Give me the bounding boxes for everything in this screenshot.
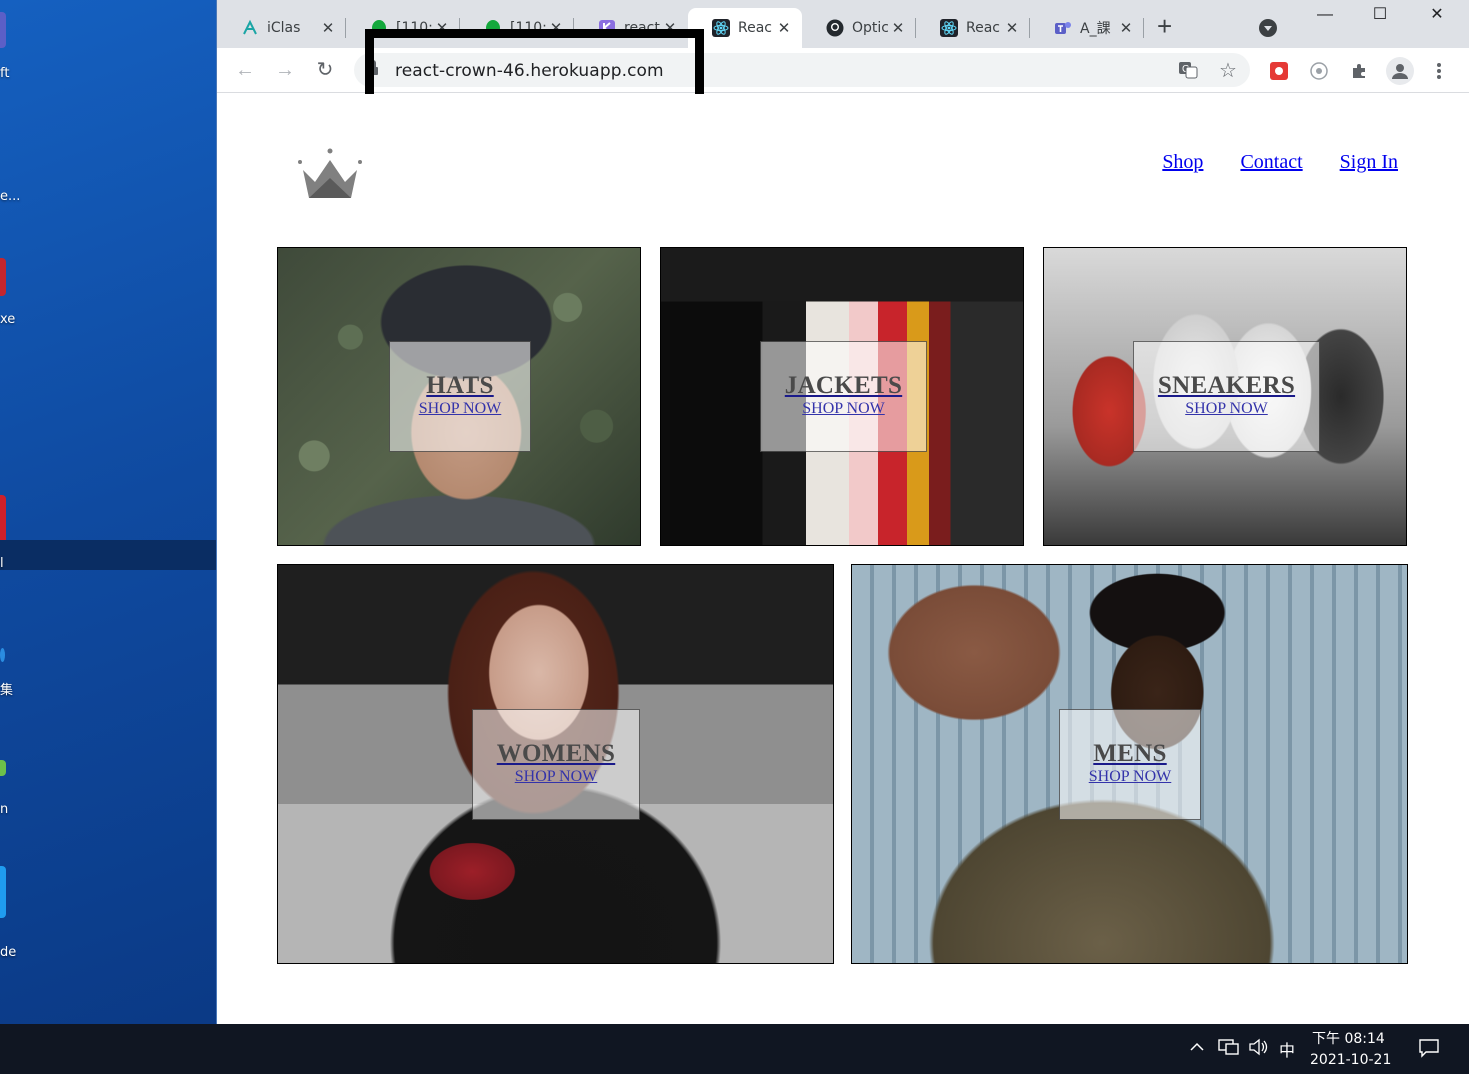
extensions-puzzle-icon[interactable] bbox=[1348, 60, 1370, 82]
tab-react-active[interactable]: Reac ✕ bbox=[688, 8, 802, 48]
close-icon[interactable]: ✕ bbox=[1118, 19, 1134, 37]
app-desktop-icon[interactable] bbox=[0, 258, 6, 296]
teams-desktop-icon[interactable] bbox=[0, 12, 6, 48]
reload-button[interactable]: ↻ bbox=[311, 56, 339, 84]
forward-button[interactable]: → bbox=[271, 56, 299, 84]
category-card-sneakers[interactable]: SNEAKERS SHOP NOW bbox=[1043, 247, 1407, 546]
new-tab-button[interactable]: + bbox=[1157, 12, 1172, 40]
tab-github[interactable]: Optic ✕ bbox=[802, 8, 916, 48]
desktop-label[interactable]: e... bbox=[0, 189, 20, 204]
extension-red-icon[interactable] bbox=[1268, 60, 1290, 82]
extension-eye-icon[interactable] bbox=[1308, 60, 1330, 82]
tab-teams[interactable]: A_課 ✕ bbox=[1030, 8, 1144, 48]
category-label-panel[interactable]: SNEAKERS SHOP NOW bbox=[1133, 341, 1320, 452]
maximize-button[interactable]: ☐ bbox=[1360, 2, 1400, 28]
tab-title: Reac bbox=[966, 20, 1000, 36]
notification-icon[interactable] bbox=[1418, 1038, 1440, 1062]
shop-now-link[interactable]: SHOP NOW bbox=[390, 400, 530, 418]
close-icon[interactable]: ✕ bbox=[1004, 19, 1020, 37]
tab-iclass[interactable]: iClas ✕ bbox=[217, 8, 346, 48]
shop-now-link[interactable]: SHOP NOW bbox=[1060, 768, 1200, 786]
close-icon[interactable]: ✕ bbox=[890, 19, 906, 37]
tab-react-2[interactable]: Reac ✕ bbox=[916, 8, 1030, 48]
desktop-label[interactable]: 集 bbox=[0, 679, 13, 698]
minimize-button[interactable]: — bbox=[1305, 2, 1345, 28]
category-label-panel[interactable]: JACKETS SHOP NOW bbox=[760, 341, 927, 452]
category-label-panel[interactable]: MENS SHOP NOW bbox=[1059, 709, 1201, 820]
browser-window: iClas ✕ [110: ✕ [110: ✕ react ✕ Reac ✕ O… bbox=[216, 0, 1469, 1024]
category-card-mens[interactable]: MENS SHOP NOW bbox=[851, 564, 1408, 964]
shop-now-link[interactable]: SHOP NOW bbox=[1134, 400, 1319, 418]
bookmark-star-icon[interactable]: ☆ bbox=[1219, 58, 1237, 83]
category-label-panel[interactable]: HATS SHOP NOW bbox=[389, 341, 531, 452]
input-method-indicator[interactable]: 中 bbox=[1279, 1037, 1295, 1061]
shop-now-link[interactable]: SHOP NOW bbox=[473, 768, 639, 786]
profile-avatar-icon[interactable] bbox=[1386, 57, 1414, 85]
category-card-womens[interactable]: WOMENS SHOP NOW bbox=[277, 564, 834, 964]
taskbar: 中 下午 08:14 2021-10-21 bbox=[0, 1024, 1469, 1074]
desktop-label[interactable]: ft bbox=[0, 66, 9, 81]
translate-icon[interactable]: G bbox=[1178, 60, 1198, 85]
close-icon[interactable]: ✕ bbox=[776, 19, 792, 37]
tab-title: Reac bbox=[738, 20, 772, 36]
tab-title: iClas bbox=[267, 20, 301, 36]
desktop-label[interactable]: de bbox=[0, 945, 16, 960]
iclass-icon bbox=[241, 19, 259, 37]
tab-search-button[interactable] bbox=[1259, 19, 1277, 37]
volume-icon[interactable] bbox=[1248, 1038, 1270, 1060]
category-label-panel[interactable]: WOMENS SHOP NOW bbox=[472, 709, 640, 820]
category-title: MENS bbox=[1093, 740, 1167, 767]
nav-sign-in-link[interactable]: Sign In bbox=[1340, 151, 1398, 174]
site-nav: Shop Contact Sign In bbox=[1162, 151, 1398, 174]
category-title: JACKETS bbox=[784, 372, 903, 399]
page-content: Shop Contact Sign In HATS SHOP NOW JACKE… bbox=[217, 94, 1469, 1024]
app-desktop-icon[interactable] bbox=[0, 648, 5, 662]
desktop-label[interactable]: n bbox=[0, 802, 8, 817]
category-card-jackets[interactable]: JACKETS SHOP NOW bbox=[660, 247, 1024, 546]
category-card-hats[interactable]: HATS SHOP NOW bbox=[277, 247, 641, 546]
back-button[interactable]: ← bbox=[231, 56, 259, 84]
clock-time[interactable]: 下午 08:14 bbox=[1312, 1028, 1385, 1048]
window-close-button[interactable]: ✕ bbox=[1417, 2, 1457, 28]
tab-title: Optic bbox=[852, 20, 888, 36]
teams-icon bbox=[1054, 19, 1072, 37]
network-icon[interactable] bbox=[1218, 1038, 1240, 1060]
nav-shop-link[interactable]: Shop bbox=[1162, 151, 1203, 174]
desktop-label[interactable]: xe bbox=[0, 312, 15, 327]
close-icon[interactable]: ✕ bbox=[320, 19, 336, 37]
tab-separator bbox=[1143, 18, 1144, 38]
clock-date[interactable]: 2021-10-21 bbox=[1310, 1052, 1391, 1068]
category-title: HATS bbox=[426, 372, 494, 399]
app-desktop-icon[interactable] bbox=[0, 760, 6, 776]
chevron-up-icon[interactable] bbox=[1188, 1038, 1206, 1060]
browser-menu-icon[interactable] bbox=[1428, 60, 1450, 82]
nav-contact-link[interactable]: Contact bbox=[1240, 151, 1302, 174]
react-icon bbox=[712, 19, 730, 37]
crown-logo-icon[interactable] bbox=[297, 148, 363, 202]
category-title: SNEAKERS bbox=[1157, 372, 1296, 399]
tab-title: A_課 bbox=[1080, 21, 1111, 37]
vscode-desktop-icon[interactable] bbox=[0, 866, 6, 918]
shop-now-link[interactable]: SHOP NOW bbox=[761, 400, 926, 418]
desktop-label[interactable]: l bbox=[0, 556, 4, 571]
category-title: WOMENS bbox=[496, 740, 616, 767]
desktop-selection bbox=[0, 540, 216, 570]
react-icon bbox=[940, 19, 958, 37]
github-icon bbox=[826, 19, 844, 37]
